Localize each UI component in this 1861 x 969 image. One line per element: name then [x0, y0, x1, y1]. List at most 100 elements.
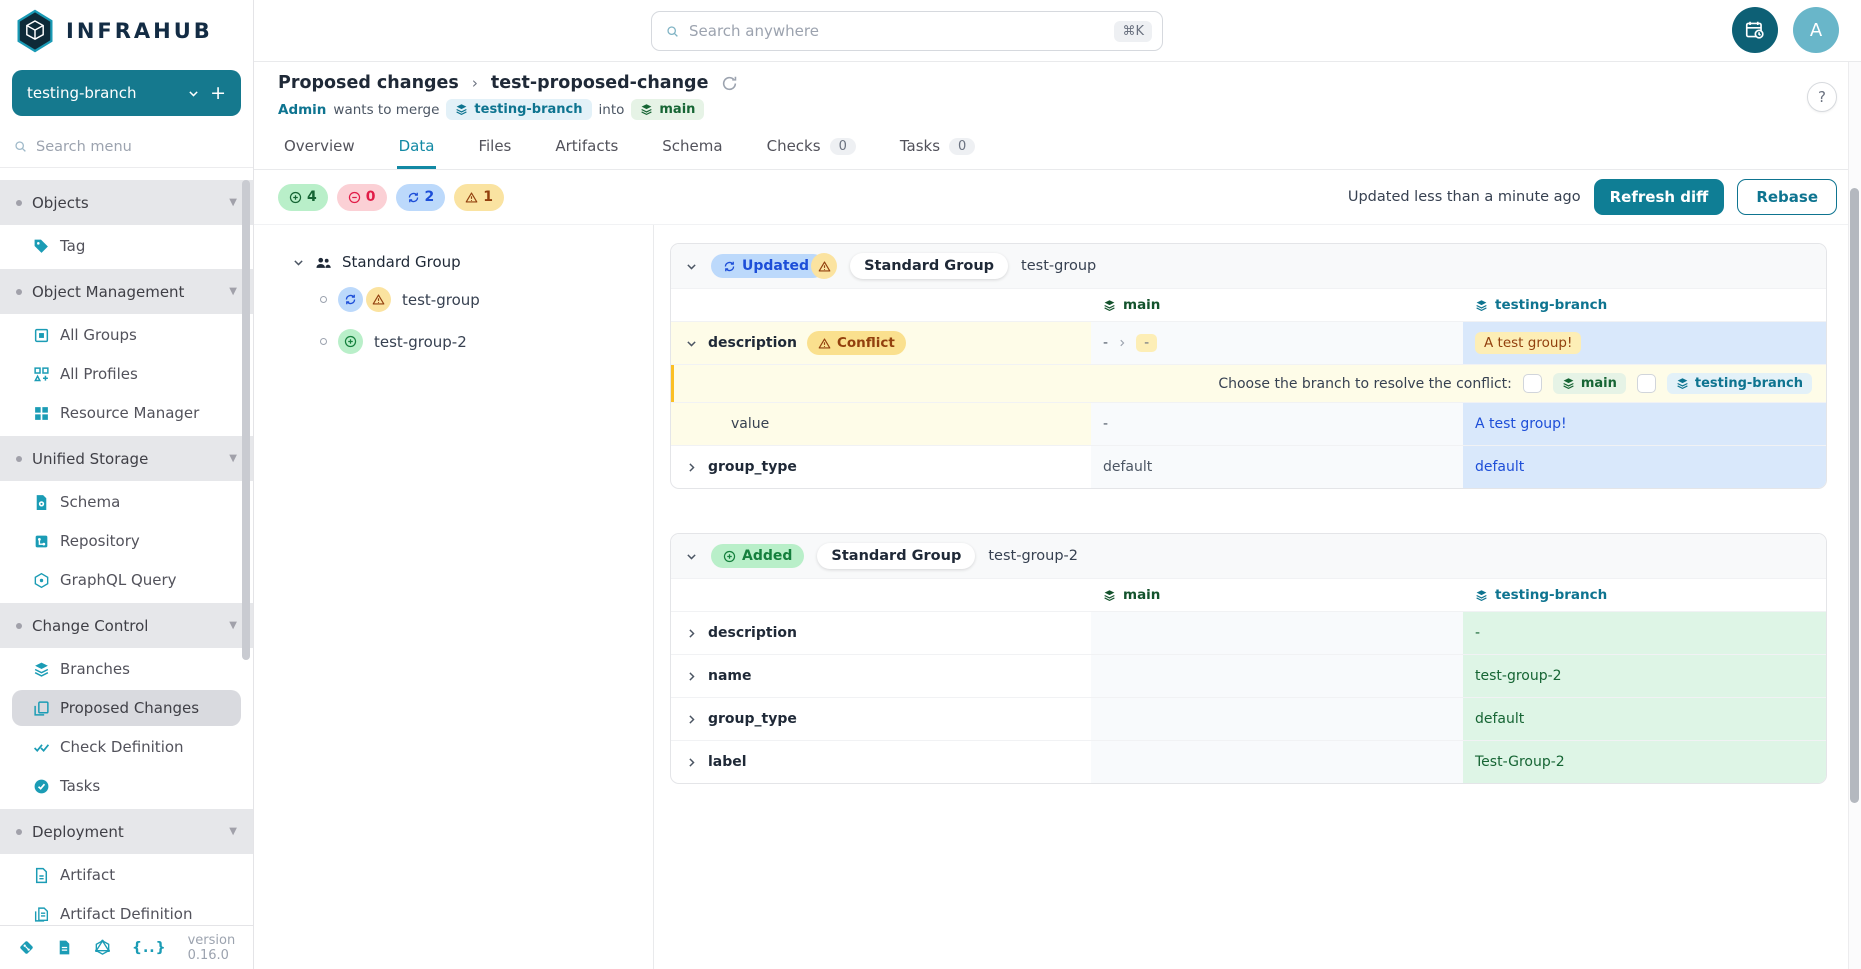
chevron-down-icon[interactable] [685, 337, 698, 350]
sidebar-scrollbar-thumb[interactable] [242, 180, 250, 660]
collapse-triangle-icon: ▼ [229, 286, 237, 297]
conflict-warning-icon [811, 253, 837, 279]
chevron-right-icon[interactable] [685, 461, 698, 474]
chevron-right-icon[interactable] [685, 670, 698, 683]
sidebar-item-tasks[interactable]: Tasks [12, 768, 241, 804]
page-scrollbar[interactable] [1848, 62, 1861, 969]
graphql-footer-icon[interactable] [94, 939, 111, 956]
value: default [1103, 459, 1152, 475]
sidebar-item-artifact[interactable]: Artifact [12, 857, 241, 893]
topbar: ⌘K A [254, 0, 1861, 62]
sidebar-item-resource-manager[interactable]: Resource Manager [12, 395, 241, 431]
section-label: Change Control [32, 617, 148, 635]
tree-node-label: Standard Group [342, 253, 461, 271]
branch-value-cell: A test group! [1463, 322, 1826, 364]
sidebar-item-graphql-query[interactable]: GraphQL Query [12, 562, 241, 598]
chevron-down-icon[interactable] [685, 550, 698, 563]
section-objects[interactable]: Objects ▼ [0, 180, 253, 225]
chevron-down-icon[interactable] [685, 260, 698, 273]
main-value-cell: default [1091, 446, 1463, 488]
chevron-down-icon[interactable] [292, 256, 305, 269]
tree-node-test-group[interactable]: test-group [320, 287, 643, 312]
branch-value-cell: test-group-2 [1463, 655, 1826, 697]
tab-label: Artifacts [555, 137, 618, 155]
resolve-main-checkbox[interactable] [1523, 374, 1542, 393]
updated-count: 2 [425, 189, 435, 205]
chevron-right-icon[interactable] [685, 713, 698, 726]
item-label: Artifact Definition [60, 905, 192, 923]
sidebar-item-artifact-definition[interactable]: Artifact Definition [12, 896, 241, 925]
chevron-right-icon[interactable] [685, 756, 698, 769]
sidebar-item-branches[interactable]: Branches [12, 651, 241, 687]
target-branch-badge[interactable]: main [631, 99, 704, 120]
conflict-count-pill: 1 [454, 184, 504, 211]
added-count-pill: 4 [278, 184, 328, 211]
sidebar-item-check-definition[interactable]: Check Definition [12, 729, 241, 765]
tab-data[interactable]: Data [397, 128, 437, 169]
search-icon [666, 25, 679, 38]
breadcrumb-parent[interactable]: Proposed changes [278, 73, 459, 93]
item-label: Schema [60, 493, 120, 511]
global-search-input[interactable] [689, 22, 1104, 40]
tab-label: Tasks [900, 137, 940, 155]
tab-tasks[interactable]: Tasks0 [898, 128, 977, 169]
add-branch-icon[interactable]: + [210, 82, 226, 104]
sidebar-search-input[interactable] [36, 139, 239, 155]
status-label: Updated [742, 258, 809, 274]
collapse-triangle-icon: ▼ [229, 620, 237, 631]
tab-artifacts[interactable]: Artifacts [553, 128, 620, 169]
tab-checks[interactable]: Checks0 [765, 128, 858, 169]
docs-icon[interactable] [56, 939, 73, 956]
schema-icon [33, 494, 50, 511]
avatar[interactable]: A [1793, 7, 1839, 53]
rebase-button[interactable]: Rebase [1737, 179, 1837, 215]
updated-status-pill: Updated [711, 254, 825, 278]
sidebar-item-proposed-changes[interactable]: Proposed Changes [12, 690, 241, 726]
sidebar-item-all-groups[interactable]: All Groups [12, 317, 241, 353]
chevron-right-icon[interactable] [685, 627, 698, 640]
property-cell: group_type [671, 698, 1091, 740]
swagger-braces-icon[interactable]: {..} [132, 940, 167, 956]
testing-branch-badge[interactable]: testing-branch [1667, 373, 1812, 394]
new-value-chip: - [1136, 334, 1157, 352]
branch-selector[interactable]: testing-branch + [12, 70, 241, 116]
section-deployment[interactable]: Deployment ▼ [0, 809, 253, 854]
sidebar-item-tag[interactable]: Tag [12, 228, 241, 264]
branch-value-cell: A test group! [1463, 403, 1826, 445]
tree-node-standard-group[interactable]: Standard Group [292, 253, 643, 271]
tab-schema[interactable]: Schema [660, 128, 724, 169]
section-change-control[interactable]: Change Control ▼ [0, 603, 253, 648]
card-header[interactable]: Added Standard Group test-group-2 [671, 534, 1826, 578]
tab-overview[interactable]: Overview [282, 128, 357, 169]
item-label: Artifact [60, 866, 115, 884]
branch-badge-label: testing-branch [1695, 376, 1803, 391]
section-object-management[interactable]: Object Management ▼ [0, 269, 253, 314]
tree-node-test-group-2[interactable]: test-group-2 [320, 329, 643, 354]
page-scrollbar-thumb[interactable] [1850, 188, 1859, 803]
scheduler-button[interactable] [1732, 7, 1778, 53]
git-icon[interactable] [18, 939, 35, 956]
sidebar-item-schema[interactable]: Schema [12, 484, 241, 520]
topbar-actions: A [1732, 7, 1839, 53]
sidebar-item-all-profiles[interactable]: All Profiles [12, 356, 241, 392]
old-value: - [1103, 335, 1108, 351]
tab-files[interactable]: Files [476, 128, 513, 169]
shortcut-hint: ⌘K [1114, 21, 1152, 42]
help-button[interactable]: ? [1807, 82, 1837, 112]
main-branch-badge[interactable]: main [1553, 373, 1626, 394]
source-branch-badge[interactable]: testing-branch [446, 99, 591, 120]
section-label: Objects [32, 194, 89, 212]
refresh-icon[interactable] [721, 75, 738, 92]
resolve-testing-branch-checkbox[interactable] [1637, 374, 1656, 393]
card-header[interactable]: Updated Standard Group test-group [671, 244, 1826, 288]
bullet-dot [16, 456, 22, 462]
sidebar-item-repository[interactable]: Repository [12, 523, 241, 559]
graphql-icon [33, 572, 50, 589]
branch-value-cell: - [1463, 612, 1826, 654]
refresh-diff-button[interactable]: Refresh diff [1594, 179, 1725, 215]
section-unified-storage[interactable]: Unified Storage ▼ [0, 436, 253, 481]
breadcrumb-separator: › [472, 74, 478, 92]
tab-label: Files [478, 137, 511, 155]
version-label: version 0.16.0 [188, 933, 236, 963]
merge-text: wants to merge [333, 102, 439, 118]
